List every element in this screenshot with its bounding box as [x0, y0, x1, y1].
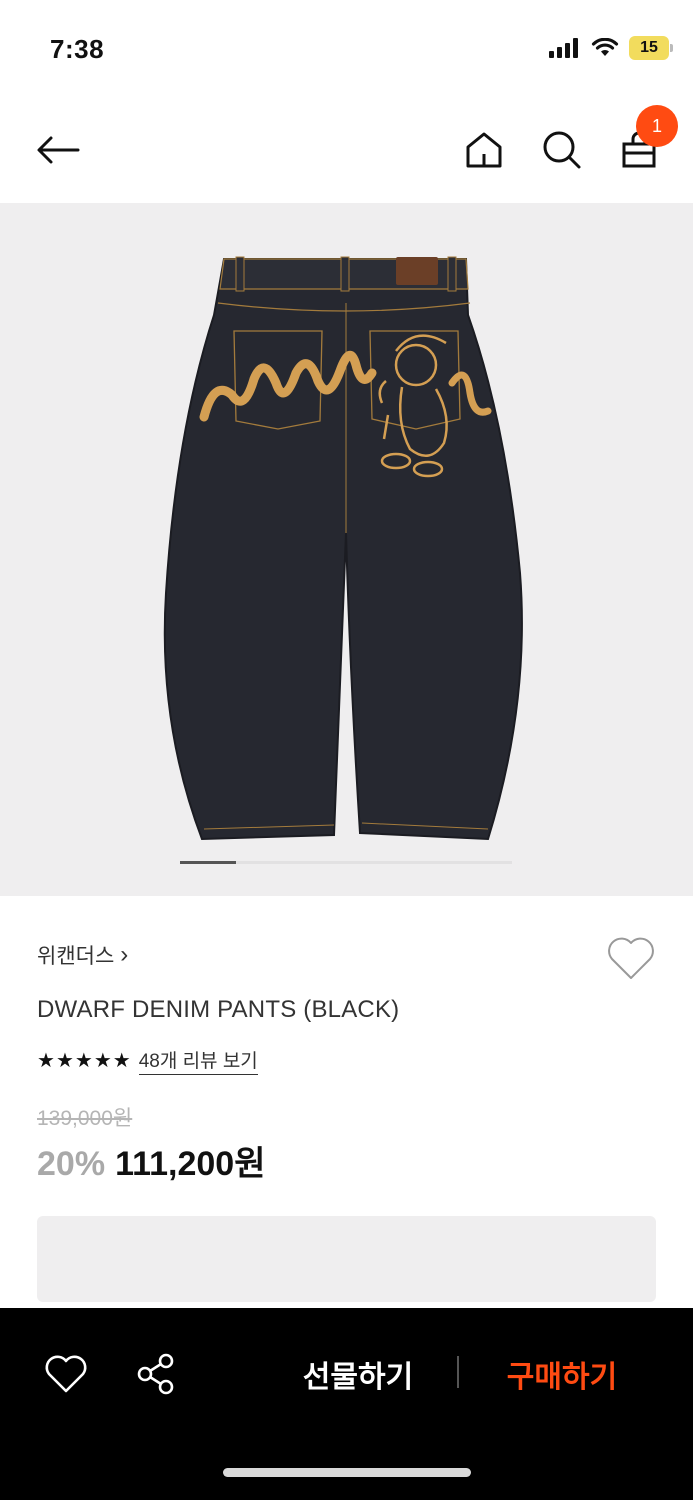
review-link[interactable]: 48개 리뷰 보기	[138, 1046, 258, 1075]
home-icon	[466, 132, 502, 168]
signal-icon	[549, 38, 578, 58]
info-banner-placeholder	[37, 1216, 656, 1302]
status-icons: 15	[549, 36, 673, 60]
share-icon	[137, 1353, 174, 1395]
heart-icon	[45, 1355, 87, 1393]
sale-price: 111,200원	[115, 1145, 266, 1183]
star-rating: ★ ★ ★ ★ ★	[37, 1051, 131, 1071]
wifi-icon	[591, 38, 619, 56]
brand-name: 위캔더스	[37, 945, 115, 968]
back-arrow-icon	[37, 136, 80, 164]
home-button[interactable]	[458, 124, 510, 176]
battery-indicator: 15	[629, 36, 673, 60]
wishlist-button[interactable]	[606, 934, 656, 982]
chevron-right-icon: ›	[120, 941, 129, 968]
denim-pants-photo	[163, 256, 523, 841]
original-price: 139,000원	[37, 1107, 133, 1130]
product-image-carousel[interactable]	[0, 203, 693, 896]
star-icon: ★	[112, 1049, 131, 1072]
star-icon: ★	[74, 1049, 93, 1072]
star-icon: ★	[93, 1049, 112, 1072]
star-icon: ★	[37, 1049, 55, 1072]
search-button[interactable]	[536, 124, 588, 176]
brand-link[interactable]: 위캔더스 ›	[37, 940, 128, 970]
buy-button[interactable]: 구매하기	[482, 1352, 642, 1396]
carousel-pager	[180, 861, 512, 864]
heart-icon	[608, 937, 654, 979]
price-row: 20% 111,200원	[37, 1136, 266, 1185]
home-indicator	[223, 1468, 471, 1477]
gift-button[interactable]: 선물하기	[280, 1352, 436, 1396]
button-divider	[457, 1356, 459, 1388]
top-navigation: 1	[0, 100, 693, 203]
product-name: DWARF DENIM PANTS (BLACK)	[37, 996, 400, 1023]
discount-rate: 20%	[37, 1145, 106, 1183]
bottom-wishlist-button[interactable]	[40, 1348, 92, 1400]
status-bar: 7:38 15	[0, 0, 693, 100]
back-button[interactable]	[32, 124, 84, 176]
status-time: 7:38	[50, 34, 105, 64]
star-icon: ★	[55, 1049, 74, 1072]
carousel-pager-active	[180, 861, 236, 864]
battery-level: 15	[640, 39, 658, 56]
search-icon	[543, 131, 581, 169]
share-button[interactable]	[130, 1348, 182, 1400]
cart-count-badge: 1	[636, 105, 678, 147]
rating-row: ★ ★ ★ ★ ★ 48개 리뷰 보기	[37, 1046, 258, 1075]
